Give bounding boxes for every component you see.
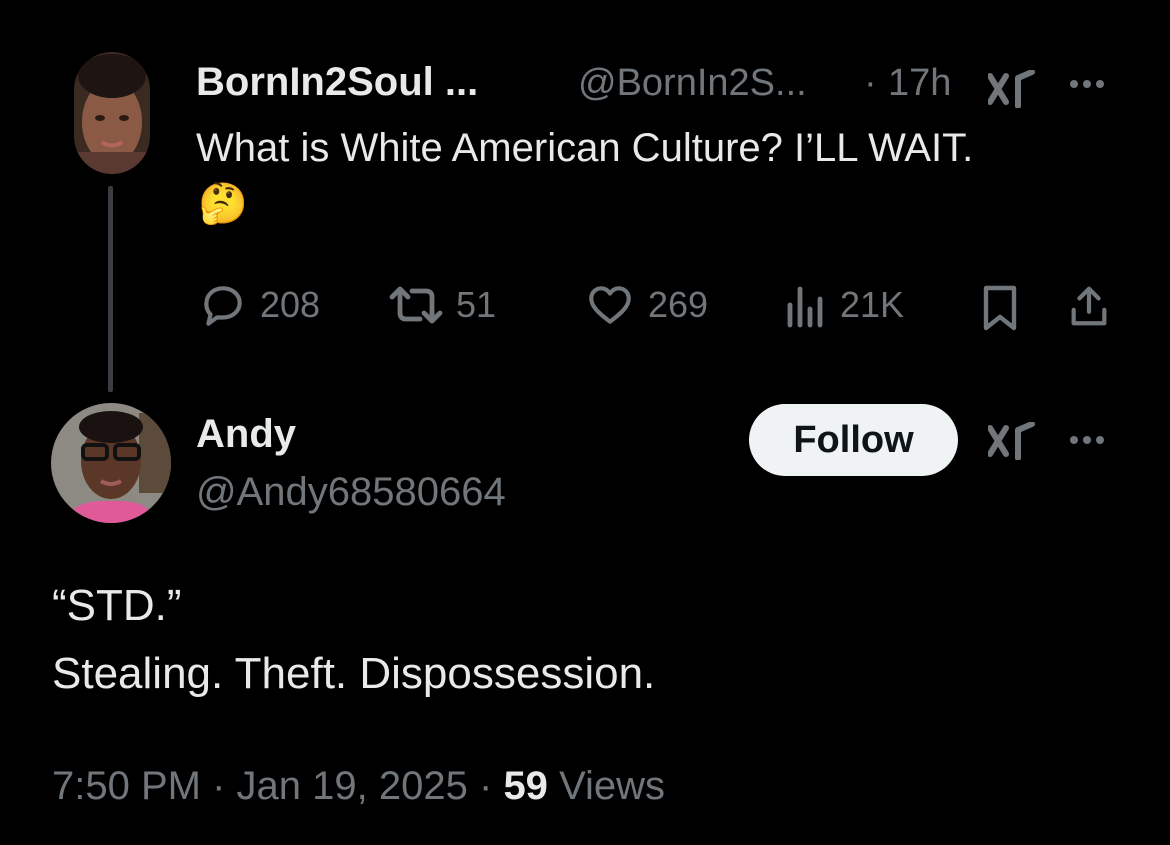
retweet-button[interactable]: 51: [388, 280, 496, 330]
separator-dot: ·: [864, 62, 877, 104]
reply-text-line2: Stealing. Theft. Dispossession.: [52, 649, 656, 698]
tweet-time[interactable]: 17h: [888, 62, 951, 105]
retweet-icon: [389, 286, 443, 324]
tweet-meta: 7:50 PM · Jan 19, 2025 · 59 Views: [52, 764, 665, 809]
meta-separator: ·: [212, 764, 226, 808]
thread-line: [108, 186, 113, 392]
views-label: Views: [559, 764, 666, 808]
like-button[interactable]: 269: [584, 280, 708, 330]
tweet-text: What is White American Culture? I’LL WAI…: [196, 126, 974, 170]
follow-button[interactable]: Follow: [749, 404, 958, 476]
avatar-andy[interactable]: [51, 403, 171, 523]
reply-text-line1: “STD.”: [52, 581, 182, 630]
avatar-bornin2soul[interactable]: [74, 52, 150, 174]
tweet-date[interactable]: Jan 19, 2025: [237, 764, 468, 808]
grok-icon[interactable]: [987, 421, 1036, 465]
reply-author-name[interactable]: Andy: [196, 412, 296, 457]
more-icon[interactable]: [1070, 80, 1104, 88]
views-number: 59: [503, 764, 548, 808]
like-count: 269: [648, 284, 709, 325]
reply-icon: [204, 286, 242, 326]
like-icon: [589, 286, 631, 324]
reply-count: 208: [260, 284, 321, 325]
author-name[interactable]: BornIn2Soul ...: [196, 60, 478, 105]
bookmark-icon[interactable]: [980, 284, 1020, 337]
tweet-emoji: 🤔: [198, 182, 248, 226]
more-icon[interactable]: [1070, 436, 1104, 444]
reply-author-handle[interactable]: @Andy68580664: [196, 470, 506, 515]
share-icon[interactable]: [1066, 282, 1112, 335]
reply-button[interactable]: 208: [198, 280, 320, 330]
views-icon: [787, 286, 823, 328]
author-handle[interactable]: @BornIn2S...: [578, 62, 807, 105]
meta-separator: ·: [478, 764, 493, 808]
views-count: 21K: [840, 284, 905, 325]
grok-icon[interactable]: [987, 69, 1036, 113]
tweet-time[interactable]: 7:50 PM: [52, 764, 201, 808]
views-button[interactable]: 21K: [784, 280, 904, 330]
retweet-count: 51: [456, 284, 497, 325]
